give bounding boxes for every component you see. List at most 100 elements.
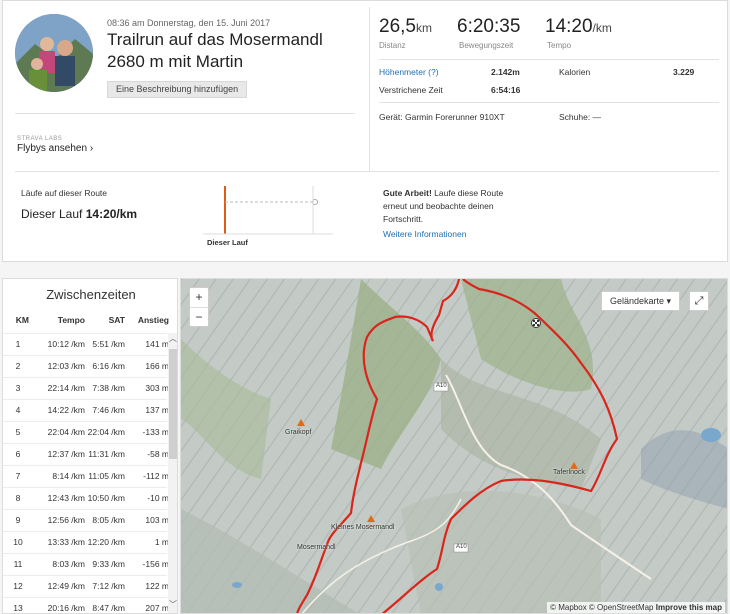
table-row[interactable]: 13 20:16 /km 8:47 /km 207 m [3, 597, 169, 613]
split-anstieg: 122 m [145, 581, 169, 591]
split-anstieg: 303 m [145, 383, 169, 393]
split-km: 5 [15, 427, 21, 437]
divider [15, 113, 355, 114]
split-sat: 10:50 /km [87, 493, 125, 503]
split-sat: 9:33 /km [92, 559, 125, 569]
splits-panel: Zwischenzeiten KM Tempo SAT Anstieg 1 10:… [2, 278, 178, 614]
split-tempo: 8:03 /km [52, 559, 85, 569]
route-value: Dieser Lauf 14:20/km [21, 207, 138, 221]
device-info: Gerät: Garmin Forerunner 910XT [379, 112, 505, 122]
split-anstieg: 1 m [154, 537, 169, 547]
split-tempo: 12:56 /km [47, 515, 85, 525]
split-km: 9 [15, 515, 21, 525]
split-sat: 22:04 /km [87, 427, 125, 437]
header-km: KM [15, 315, 29, 325]
split-sat: 12:20 /km [87, 537, 125, 547]
divider [379, 59, 719, 60]
split-km: 10 [13, 537, 23, 547]
split-tempo: 20:16 /km [47, 603, 85, 613]
header-tempo: Tempo [57, 315, 85, 325]
route-comparison-chart: Dieser Lauf [203, 184, 333, 254]
split-km: 12 [13, 581, 23, 591]
elevation-help-link[interactable]: Höhenmeter (?) [379, 67, 439, 77]
stat-moving-time-label: Bewegungszeit [459, 41, 514, 50]
splits-header: KM Tempo SAT Anstieg [3, 315, 169, 333]
elapsed-value: 6:54:16 [491, 85, 521, 95]
scroll-thumb[interactable] [169, 349, 177, 459]
flybys-link[interactable]: Flybys ansehen › [17, 143, 93, 154]
split-anstieg: 137 m [145, 405, 169, 415]
split-tempo: 12:37 /km [47, 449, 85, 459]
split-tempo: 12:43 /km [47, 493, 85, 503]
table-row[interactable]: 7 8:14 /km 11:05 /km -112 m [3, 465, 169, 487]
splits-scrollbar[interactable]: ︿ ﹀ [168, 333, 177, 613]
chevron-up-icon[interactable]: ︿ [168, 333, 177, 344]
divider [379, 102, 719, 103]
split-tempo: 10:12 /km [47, 339, 85, 349]
table-row[interactable]: 11 8:03 /km 9:33 /km -156 m [3, 553, 169, 575]
zoom-control: + − [189, 287, 209, 327]
split-sat: 5:51 /km [92, 339, 125, 349]
map-label-a10: A10 [456, 544, 467, 550]
route-label: Läufe auf dieser Route [21, 188, 108, 198]
calories-label: Kalorien [559, 67, 591, 77]
stat-pace-label: Tempo [547, 41, 572, 50]
split-tempo: 22:14 /km [47, 383, 85, 393]
table-row[interactable]: 5 22:04 /km 22:04 /km -133 m [3, 421, 169, 443]
table-row[interactable]: 9 12:56 /km 8:05 /km 103 m [3, 509, 169, 531]
split-sat: 7:12 /km [92, 581, 125, 591]
split-tempo: 14:22 /km [47, 405, 85, 415]
table-row[interactable]: 4 14:22 /km 7:46 /km 137 m [3, 399, 169, 421]
split-anstieg: -156 m [142, 559, 169, 569]
table-row[interactable]: 3 22:14 /km 7:38 /km 303 m [3, 377, 169, 399]
split-km: 4 [15, 405, 21, 415]
split-km: 2 [15, 361, 21, 371]
table-row[interactable]: 10 13:33 /km 12:20 /km 1 m [3, 531, 169, 553]
table-row[interactable]: 8 12:43 /km 10:50 /km -10 m [3, 487, 169, 509]
elapsed-label: Verstrichene Zeit [379, 85, 443, 95]
divider [369, 7, 370, 171]
table-row[interactable]: 6 12:37 /km 11:31 /km -58 m [3, 443, 169, 465]
split-km: 11 [13, 559, 23, 569]
split-anstieg: -133 m [142, 427, 169, 437]
split-sat: 8:05 /km [92, 515, 125, 525]
map-label-a10: A10 [436, 383, 447, 389]
split-km: 3 [15, 383, 21, 393]
shoes-info: Schuhe: — [559, 112, 602, 122]
stat-moving-time: 6:20:35 [457, 16, 521, 37]
header-anstieg: Anstieg [137, 315, 169, 325]
improve-map-link[interactable]: Improve this map [656, 603, 722, 612]
more-info-link[interactable]: Weitere Informationen [383, 229, 466, 239]
fullscreen-icon[interactable]: ⤢ [689, 291, 709, 311]
map-label-graikopf: Graikopf [285, 429, 312, 436]
chevron-down-icon[interactable]: ﹀ [168, 599, 177, 610]
chart-label: Dieser Lauf [207, 238, 248, 247]
zoom-out-button[interactable]: − [190, 307, 208, 326]
split-km: 8 [15, 493, 21, 503]
divider [15, 171, 719, 172]
terrain [181, 279, 727, 613]
table-row[interactable]: 1 10:12 /km 5:51 /km 141 m [3, 333, 169, 355]
split-sat: 8:47 /km [92, 603, 125, 613]
split-anstieg: -10 m [147, 493, 169, 503]
athlete-avatar[interactable] [15, 14, 93, 92]
split-anstieg: 103 m [145, 515, 169, 525]
stat-distance-label: Distanz [379, 41, 406, 50]
split-sat: 7:38 /km [92, 383, 125, 393]
split-tempo: 13:33 /km [47, 537, 85, 547]
split-tempo: 8:14 /km [52, 471, 85, 481]
split-anstieg: 141 m [145, 339, 169, 349]
elevation-value: 2.142m [491, 67, 520, 77]
calories-value: 3.229 [673, 67, 695, 77]
table-row[interactable]: 2 12:03 /km 6:16 /km 166 m [3, 355, 169, 377]
split-km: 13 [13, 603, 23, 613]
zoom-in-button[interactable]: + [190, 288, 208, 307]
good-work-text: Gute Arbeit! Laufe diese Route erneut un… [383, 188, 504, 224]
map-label-mosermandl: Mosermandl [297, 544, 336, 551]
table-row[interactable]: 12 12:49 /km 7:12 /km 122 m [3, 575, 169, 597]
split-sat: 6:16 /km [92, 361, 125, 371]
route-map[interactable]: Graikopf Kleines Mosermandl Mosermandl T… [180, 278, 728, 614]
split-sat: 7:46 /km [92, 405, 125, 415]
add-description-button[interactable]: Eine Beschreibung hinzufügen [107, 81, 248, 98]
map-type-select[interactable]: Geländekarte ▾ [601, 291, 681, 311]
